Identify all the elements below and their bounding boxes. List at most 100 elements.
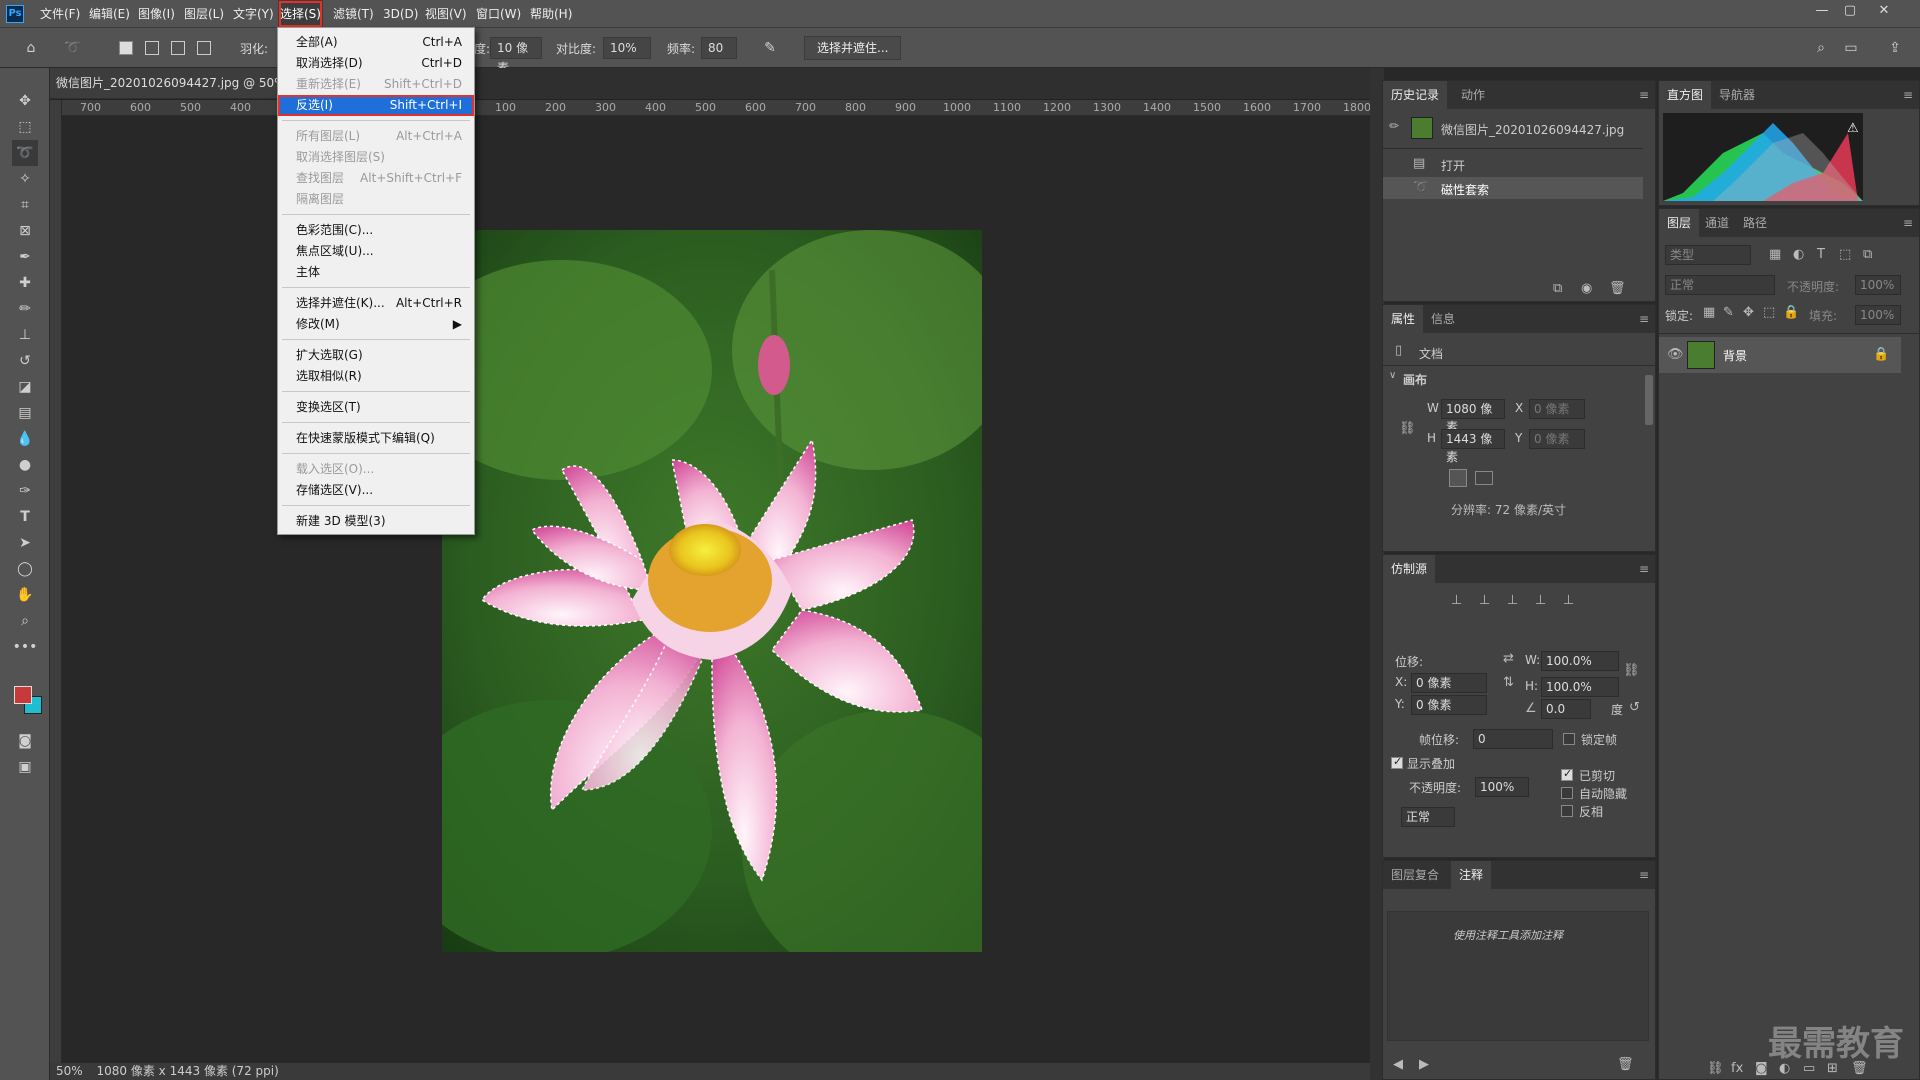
fx-icon[interactable]: fx	[1731, 1061, 1743, 1076]
zoom-tool-icon[interactable]: ⌕	[12, 608, 38, 634]
menu-filter[interactable]: 滤镜(T)	[331, 0, 376, 28]
new-selection-icon[interactable]	[119, 41, 133, 55]
tab-properties[interactable]: 属性	[1383, 305, 1424, 333]
reset-transform-icon[interactable]: ↺	[1629, 700, 1640, 715]
history-step-open[interactable]: ▤ 打开	[1383, 153, 1643, 175]
overlay-opacity-field[interactable]: 100%	[1475, 777, 1529, 797]
layer-row-background[interactable]: 👁 背景 🔒	[1659, 337, 1901, 373]
status-doc-size[interactable]: 1080 像素 x 1443 像素 (72 ppi)	[97, 1064, 279, 1078]
add-selection-icon[interactable]	[145, 41, 159, 55]
healing-brush-tool-icon[interactable]: ✚	[12, 270, 38, 296]
add-mask-icon[interactable]: ◙	[1755, 1061, 1768, 1076]
visibility-eye-icon[interactable]: 👁	[1667, 347, 1684, 362]
menu-item-quick-mask[interactable]: 在快速蒙版模式下编辑(Q)	[278, 428, 474, 449]
menu-file[interactable]: 文件(F)	[38, 0, 82, 28]
scale-h-field[interactable]: 100.0%	[1541, 677, 1619, 697]
menu-item-modify[interactable]: 修改(M) ▶	[278, 314, 474, 335]
blur-tool-icon[interactable]: 💧	[12, 426, 38, 452]
camera-icon[interactable]: ◉	[1581, 281, 1592, 296]
lock-image-icon[interactable]: ✎	[1723, 305, 1734, 320]
menu-help[interactable]: 帮助(H)	[528, 0, 574, 28]
search-icon[interactable]: ⌕	[1808, 35, 1834, 61]
path-selection-tool-icon[interactable]: ➤	[12, 530, 38, 556]
type-tool-icon[interactable]: T	[12, 504, 38, 530]
menu-item-save-selection[interactable]: 存储选区(V)...	[278, 480, 474, 501]
panel-menu-icon[interactable]: ≡	[1639, 312, 1649, 326]
layer-filter-select[interactable]: 类型	[1665, 245, 1751, 265]
menu-3d[interactable]: 3D(D)	[381, 0, 420, 28]
trash-icon[interactable]: 🗑	[1617, 1057, 1634, 1072]
warning-icon[interactable]: ⚠	[1847, 121, 1859, 136]
tab-notes[interactable]: 注释	[1451, 861, 1492, 889]
marquee-tool-icon[interactable]: ⬚	[12, 114, 38, 140]
menu-item-new-3d-model[interactable]: 新建 3D 模型(3)	[278, 511, 474, 532]
tab-history[interactable]: 历史记录	[1383, 81, 1448, 109]
offset-x-field[interactable]: 0 像素	[1411, 673, 1487, 693]
offset-y-field[interactable]: 0 像素	[1411, 695, 1487, 715]
filter-smart-object-icon[interactable]: ⧉	[1863, 247, 1872, 262]
menu-type[interactable]: 文字(Y)	[231, 0, 276, 28]
menu-item-load-selection[interactable]: 载入选区(O)...	[278, 459, 474, 480]
link-icon[interactable]: ⛓	[1399, 421, 1416, 436]
gradient-tool-icon[interactable]: ▤	[12, 400, 38, 426]
contrast-field[interactable]: 10%	[603, 37, 651, 59]
panel-menu-icon[interactable]: ≡	[1639, 868, 1649, 882]
fill-field[interactable]: 100%	[1855, 305, 1901, 325]
quick-mask-icon[interactable]: ◙	[12, 728, 38, 754]
invert-checkbox[interactable]	[1561, 805, 1573, 817]
tab-actions[interactable]: 动作	[1453, 81, 1493, 109]
tab-paths[interactable]: 路径	[1735, 209, 1775, 237]
angle-field[interactable]: 0.0	[1541, 699, 1591, 719]
tab-navigator[interactable]: 导航器	[1711, 81, 1763, 109]
lotus-photo[interactable]	[442, 230, 982, 952]
menu-item-subject[interactable]: 主体	[278, 262, 474, 283]
scale-w-field[interactable]: 100.0%	[1541, 651, 1619, 671]
blend-mode-select[interactable]: 正常	[1665, 275, 1775, 295]
menu-item-deselect[interactable]: 取消选择(D) Ctrl+D	[278, 53, 474, 74]
lock-artboard-icon[interactable]: ⬚	[1763, 305, 1775, 320]
flip-horizontal-icon[interactable]: ⇄	[1503, 651, 1514, 666]
foreground-color-swatch[interactable]	[14, 686, 32, 704]
clone-source-1-icon[interactable]: ⊥	[1451, 593, 1462, 608]
menu-item-grow[interactable]: 扩大选取(G)	[278, 345, 474, 366]
width-field[interactable]: 10 像素	[490, 37, 542, 75]
minimize-icon[interactable]: —	[1808, 0, 1836, 22]
menu-image[interactable]: 图像(I)	[136, 0, 177, 28]
clone-source-3-icon[interactable]: ⊥	[1507, 593, 1518, 608]
intersect-selection-icon[interactable]	[197, 41, 211, 55]
menu-item-find-layers[interactable]: 查找图层 Alt+Shift+Ctrl+F	[278, 168, 474, 189]
filter-type-icon[interactable]: T	[1817, 247, 1825, 262]
lock-transparent-icon[interactable]: ▦	[1703, 305, 1715, 320]
link-layers-icon[interactable]: ⛓	[1707, 1061, 1724, 1076]
tab-channels[interactable]: 通道	[1697, 209, 1737, 237]
layer-lock-icon[interactable]: 🔒	[1873, 347, 1889, 362]
brush-tool-icon[interactable]: ✏	[12, 296, 38, 322]
filter-shape-icon[interactable]: ⬚	[1839, 247, 1851, 262]
lock-all-icon[interactable]: 🔒	[1783, 305, 1799, 320]
menu-item-all-layers[interactable]: 所有图层(L) Alt+Ctrl+A	[278, 126, 474, 147]
home-icon[interactable]: ⌂	[18, 35, 44, 61]
panel-menu-icon[interactable]: ≡	[1903, 216, 1913, 230]
panel-menu-icon[interactable]: ≡	[1903, 88, 1913, 102]
properties-scrollbar[interactable]	[1645, 375, 1653, 425]
overlay-blend-mode-select[interactable]: 正常	[1401, 807, 1455, 827]
menu-window[interactable]: 窗口(W)	[474, 0, 523, 28]
chevron-down-icon[interactable]: ∨	[1389, 370, 1396, 381]
landscape-orientation-icon[interactable]	[1475, 471, 1493, 485]
document-tab[interactable]: 微信图片_20201026094427.jpg @ 50%	[50, 68, 280, 98]
lock-frame-checkbox[interactable]	[1563, 733, 1575, 745]
trash-icon[interactable]: 🗑	[1609, 281, 1626, 296]
menu-item-color-range[interactable]: 色彩范围(C)...	[278, 220, 474, 241]
filter-pixel-icon[interactable]: ▦	[1769, 247, 1781, 262]
menu-edit[interactable]: 编辑(E)	[87, 0, 132, 28]
next-note-icon[interactable]: ▶	[1419, 1057, 1429, 1072]
menu-item-isolate-layers[interactable]: 隔离图层	[278, 189, 474, 210]
subtract-selection-icon[interactable]	[171, 41, 185, 55]
clone-source-5-icon[interactable]: ⊥	[1563, 593, 1574, 608]
clone-source-4-icon[interactable]: ⊥	[1535, 593, 1546, 608]
menu-select[interactable]: 选择(S)	[278, 0, 323, 28]
opacity-field[interactable]: 100%	[1855, 275, 1901, 295]
frame-tool-icon[interactable]: ⊠	[12, 218, 38, 244]
magnetic-lasso-preset-icon[interactable]: ➰	[60, 35, 86, 61]
clipped-checkbox[interactable]	[1561, 767, 1573, 781]
